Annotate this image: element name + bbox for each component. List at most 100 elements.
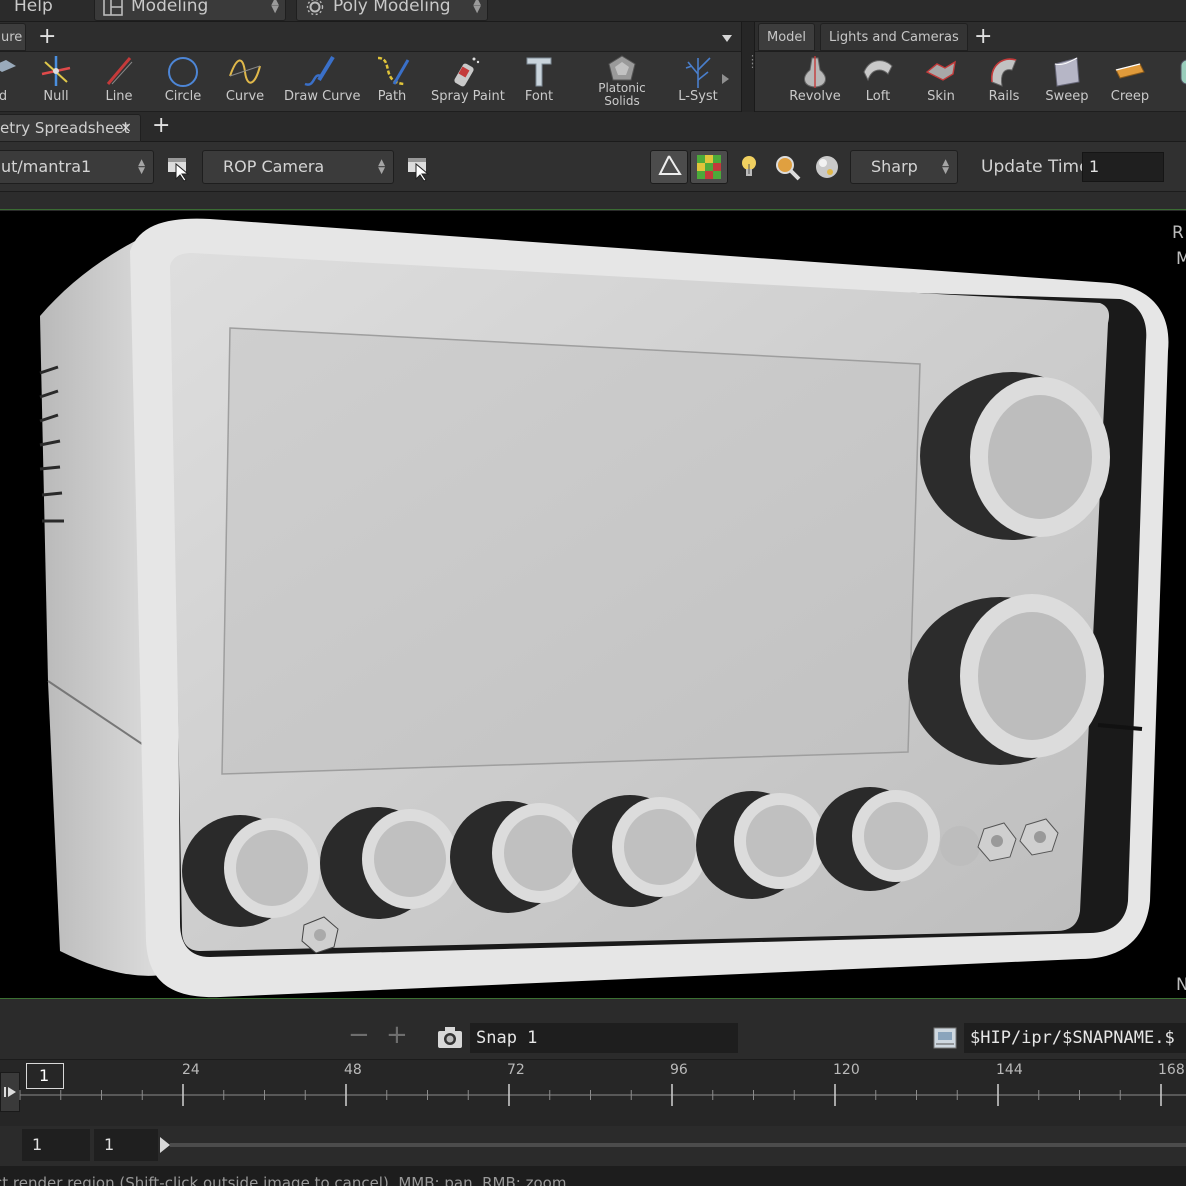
loft-icon: [863, 60, 893, 82]
close-icon[interactable]: ×: [120, 115, 132, 141]
frame-range-bar: 1 1: [0, 1126, 1186, 1166]
chevron-right-icon[interactable]: [722, 74, 729, 84]
sweep-icon: [1054, 57, 1080, 87]
spray-paint-icon: [454, 57, 480, 87]
snapshot-bar: − + Snap 1 $HIP/ipr/$SNAPNAME.$: [0, 1000, 1186, 1060]
current-frame-indicator[interactable]: 1: [26, 1063, 64, 1089]
shelf-tab-left[interactable]: ure: [0, 23, 26, 51]
preview-grid-icon: [697, 155, 721, 179]
add-shelf-tab-icon[interactable]: +: [974, 26, 992, 48]
tick-label: 72: [507, 1062, 525, 1078]
range-end-input[interactable]: 1: [94, 1129, 158, 1161]
preview-button[interactable]: [690, 150, 728, 184]
update-time-label: Update Time: [981, 157, 1090, 177]
auto-update-button[interactable]: [650, 150, 688, 184]
tool-r[interactable]: R: [1158, 52, 1186, 112]
preview-quality-selector[interactable]: Sharp ▲ ▼: [850, 150, 958, 184]
select-node-icon[interactable]: [164, 152, 194, 182]
add-pane-tab-icon[interactable]: +: [152, 115, 170, 137]
range-start-input[interactable]: 1: [22, 1129, 90, 1161]
draw-curve-icon: [304, 55, 335, 86]
select-camera-icon[interactable]: [404, 152, 434, 182]
tick-label: 120: [833, 1062, 860, 1078]
chevron-updown-icon: ▲ ▼: [378, 158, 385, 176]
overlay-m: M: [1176, 249, 1186, 269]
snapshot-path-field[interactable]: $HIP/ipr/$SNAPNAME.$: [964, 1023, 1186, 1053]
camera-value: ROP Camera: [223, 157, 325, 176]
tool-path[interactable]: Path: [357, 52, 427, 112]
range-slider-handle[interactable]: [160, 1137, 170, 1153]
shelf-tab-lights-and-cameras[interactable]: Lights and Cameras: [820, 23, 968, 51]
tool-creep[interactable]: Creep: [1095, 52, 1165, 112]
pane-split-handle[interactable]: ⋮ ⋮: [741, 22, 758, 112]
tool-curve[interactable]: Curve: [210, 52, 280, 112]
tool-sweep[interactable]: Sweep: [1032, 52, 1102, 112]
pane-tab-bar: etry Spreadsheet × +: [0, 112, 1186, 142]
creep-icon: [1115, 63, 1145, 79]
shelf-tools: d Null Line Circle Curve Draw Curve Path…: [0, 52, 1186, 112]
tick-label: 48: [344, 1062, 362, 1078]
render-view-toolbar: ut/mantra1 ▲ ▼ ROP Camera ▲ ▼ Sharp ▲ ▼ Upd…: [0, 142, 1186, 192]
status-bar: ct render region (Shift-click outside im…: [0, 1166, 1186, 1186]
timeline[interactable]: 1 24 48 72 96 120 144 168: [0, 1060, 1186, 1126]
tick-label: 96: [670, 1062, 688, 1078]
chevron-updown-icon: ▲ ▼: [942, 158, 949, 176]
tool-line[interactable]: Line: [84, 52, 154, 112]
chevron-updown-icon: ▲ ▼: [138, 158, 145, 176]
tool-circle[interactable]: Circle: [148, 52, 218, 112]
range-slider[interactable]: [170, 1143, 1186, 1147]
tick-label: 24: [182, 1062, 200, 1078]
rails-icon: [991, 58, 1017, 87]
camera-snapshot-icon[interactable]: [436, 1025, 464, 1051]
tab-label: etry Spreadsheet: [0, 119, 130, 137]
recycle-icon: [658, 155, 682, 175]
menu-bar: Help Modeling ▲ ▼ Poly Modeling ▲ ▼: [0, 0, 1186, 22]
box-icon: [0, 60, 16, 72]
render-node-selector[interactable]: ut/mantra1 ▲ ▼: [0, 150, 154, 184]
chevron-updown-icon: ▲ ▼: [473, 0, 481, 15]
tool-rails[interactable]: Rails: [969, 52, 1039, 112]
shelf-tab-model[interactable]: Model: [758, 23, 816, 51]
line-icon: [106, 57, 133, 85]
shading-sphere-icon[interactable]: [812, 152, 842, 182]
desktop-name: Modeling: [131, 0, 209, 16]
tool-draw-curve[interactable]: Draw Curve: [284, 52, 360, 112]
font-icon: [526, 57, 552, 87]
null-icon: [41, 56, 71, 86]
snapshot-name-field[interactable]: Snap 1: [470, 1023, 738, 1053]
shelf-set-name: Poly Modeling: [333, 0, 451, 16]
tool-null[interactable]: Null: [21, 52, 91, 112]
tool-skin[interactable]: Skin: [906, 52, 976, 112]
r-tool-icon: [1180, 59, 1186, 85]
shelf-set-selector[interactable]: Poly Modeling ▲ ▼: [296, 0, 488, 21]
overlay-n: N: [1176, 975, 1186, 995]
chevron-updown-icon: ▲ ▼: [271, 0, 279, 15]
platonic-solids-icon: [608, 55, 636, 81]
render-viewport[interactable]: R M N: [0, 211, 1186, 999]
desktop-selector[interactable]: Modeling ▲ ▼: [94, 0, 286, 21]
status-message: ct render region (Shift-click outside im…: [0, 1174, 572, 1186]
camera-selector[interactable]: ROP Camera ▲ ▼: [202, 150, 394, 184]
add-snapshot-icon[interactable]: +: [386, 1022, 408, 1048]
menu-help[interactable]: Help: [14, 0, 53, 16]
chevron-down-icon[interactable]: [722, 35, 732, 42]
magnify-icon[interactable]: [772, 152, 802, 182]
light-bulb-icon[interactable]: [734, 152, 764, 182]
tool-font[interactable]: Font: [504, 52, 574, 112]
circle-icon: [168, 57, 198, 87]
divider: [0, 192, 1186, 210]
curve-icon: [229, 59, 261, 84]
render-node-value: ut/mantra1: [1, 157, 92, 176]
add-shelf-tab-icon[interactable]: +: [38, 26, 56, 48]
save-image-icon[interactable]: [930, 1024, 960, 1052]
l-system-icon: [685, 57, 711, 88]
tick-label: 168: [1158, 1062, 1185, 1078]
tool-loft[interactable]: Loft: [843, 52, 913, 112]
remove-snapshot-icon[interactable]: −: [348, 1022, 370, 1048]
tool-spray-paint[interactable]: Spray Paint: [431, 52, 505, 112]
tab-geometry-spreadsheet[interactable]: etry Spreadsheet ×: [0, 114, 141, 142]
overlay-r: R: [1172, 223, 1184, 243]
update-time-input[interactable]: 1: [1082, 152, 1164, 182]
tool-platonic-solids[interactable]: Platonic Solids: [587, 52, 657, 112]
tool-revolve[interactable]: Revolve: [780, 52, 850, 112]
